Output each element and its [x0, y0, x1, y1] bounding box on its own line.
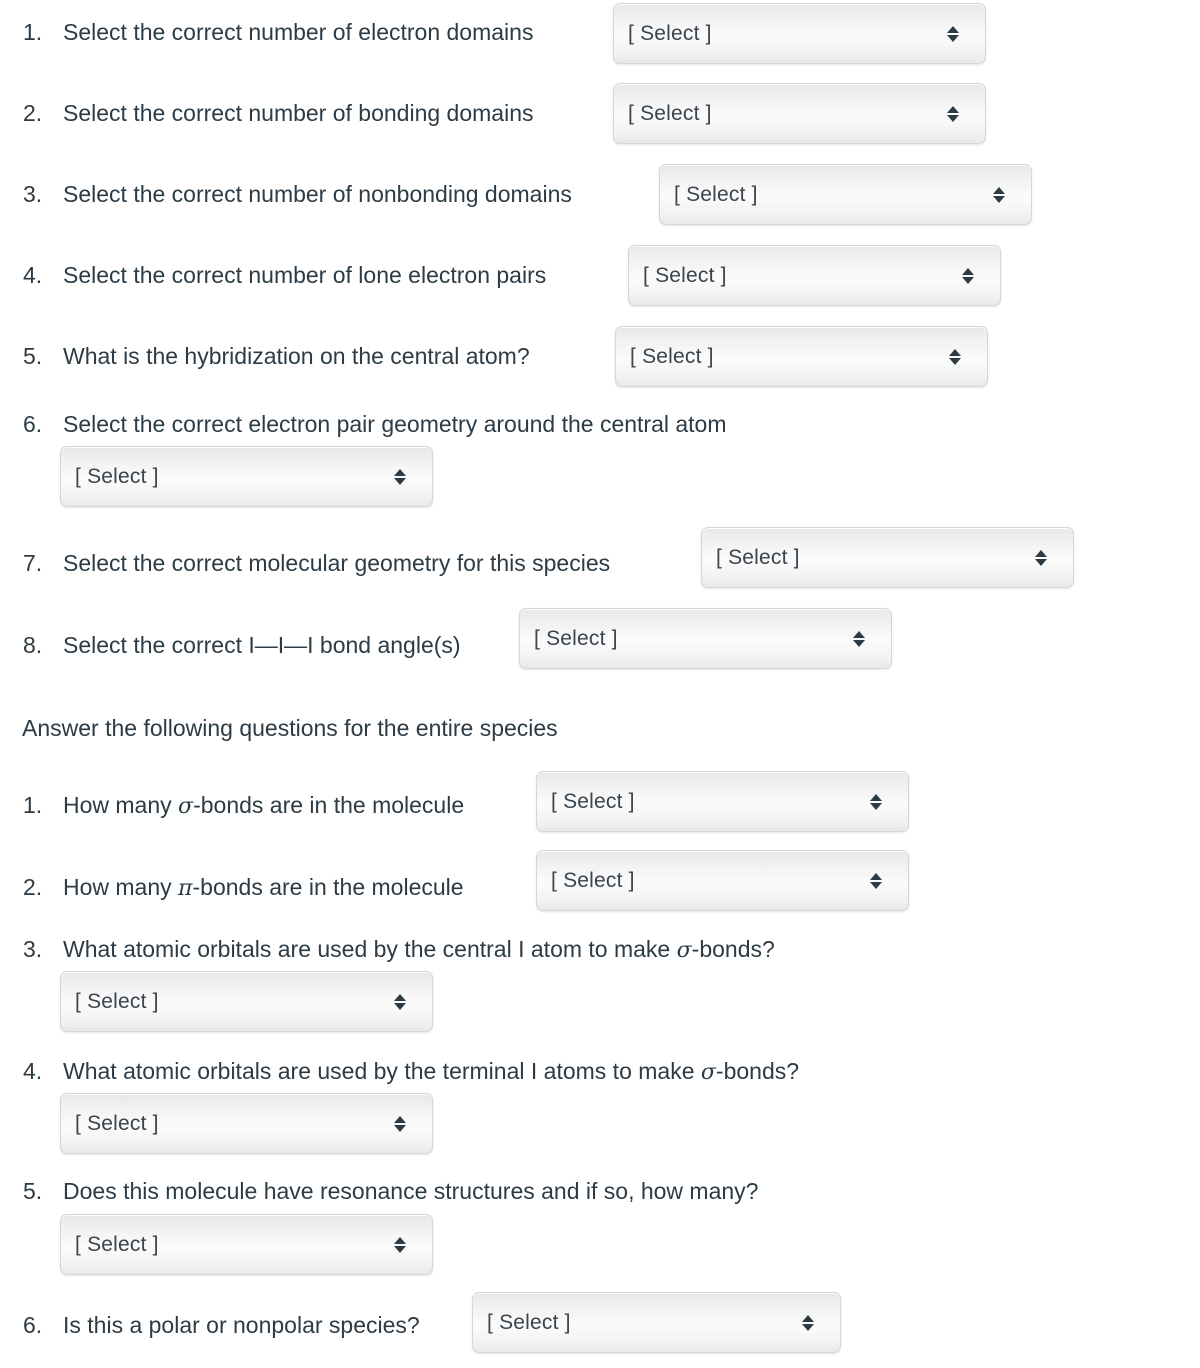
question-row-resonance: 5. Does this molecule have resonance str… [23, 1176, 758, 1206]
select-value: [ Select ] [630, 344, 714, 368]
question-text: What atomic orbitals are used by the cen… [63, 936, 775, 963]
select-bond-angles[interactable]: [ Select ] [519, 608, 892, 669]
select-value: [ Select ] [534, 626, 618, 650]
select-value: [ Select ] [643, 263, 727, 287]
select-value: [ Select ] [75, 1232, 159, 1256]
select-sigma-bond-count[interactable]: [ Select ] [536, 771, 909, 832]
select-bonding-domains[interactable]: [ Select ] [613, 83, 986, 144]
select-value: [ Select ] [75, 989, 159, 1013]
chevron-updown-icon [1033, 545, 1049, 571]
chevron-updown-icon [392, 1111, 408, 1137]
select-value: [ Select ] [674, 182, 758, 206]
select-polarity[interactable]: [ Select ] [472, 1292, 841, 1353]
pi-symbol: π [178, 876, 193, 901]
question-text: Is this a polar or nonpolar species? [63, 1312, 420, 1338]
chevron-updown-icon [945, 101, 961, 127]
select-electron-domains[interactable]: [ Select ] [613, 3, 986, 64]
question-row-3: 3. Select the correct number of nonbondi… [23, 179, 572, 209]
question-number: 2. [23, 100, 43, 126]
sigma-symbol: σ [676, 938, 692, 963]
select-value: [ Select ] [75, 1111, 159, 1135]
question-number: 3. [23, 181, 43, 207]
question-text: Select the correct number of nonbonding … [63, 181, 572, 207]
question-number: 5. [23, 1178, 43, 1204]
question-text: Select the correct number of lone electr… [63, 262, 547, 288]
select-value: [ Select ] [551, 789, 635, 813]
question-text: Select the correct number of electron do… [63, 19, 534, 45]
question-number: 6. [23, 411, 43, 437]
sigma-symbol: σ [178, 794, 194, 819]
question-text: Select the correct number of bonding dom… [63, 100, 534, 126]
question-text: How many σ-bonds are in the molecule [63, 792, 465, 819]
question-row-4: 4. Select the correct number of lone ele… [23, 260, 546, 290]
chevron-updown-icon [991, 182, 1007, 208]
select-value: [ Select ] [716, 545, 800, 569]
question-row-7: 7. Select the correct molecular geometry… [23, 548, 610, 578]
question-text: Does this molecule have resonance struct… [63, 1178, 759, 1204]
question-row-central-orbitals: 3. What atomic orbitals are used by the … [23, 934, 775, 966]
select-lone-electron-pairs[interactable]: [ Select ] [628, 245, 1001, 306]
chevron-updown-icon [947, 344, 963, 370]
chevron-updown-icon [945, 21, 961, 47]
chevron-updown-icon [392, 989, 408, 1015]
question-number: 7. [23, 550, 43, 576]
question-row-5: 5. What is the hybridization on the cent… [23, 341, 530, 371]
question-number: 3. [23, 936, 43, 962]
select-central-atom-orbitals[interactable]: [ Select ] [60, 971, 433, 1032]
question-number: 6. [23, 1312, 43, 1338]
select-value: [ Select ] [487, 1310, 571, 1334]
select-electron-pair-geometry[interactable]: [ Select ] [60, 446, 433, 507]
chevron-updown-icon [392, 1232, 408, 1258]
quiz-page: 1. Select the correct number of electron… [0, 0, 1200, 1368]
question-number: 1. [23, 792, 43, 818]
question-number: 5. [23, 343, 43, 369]
question-text: Select the correct I—I—I bond angle(s) [63, 632, 461, 658]
question-number: 2. [23, 874, 43, 900]
question-number: 8. [23, 632, 43, 658]
select-terminal-atom-orbitals[interactable]: [ Select ] [60, 1093, 433, 1154]
select-value: [ Select ] [628, 101, 712, 125]
select-pi-bond-count[interactable]: [ Select ] [536, 850, 909, 911]
question-number: 4. [23, 262, 43, 288]
select-value: [ Select ] [551, 868, 635, 892]
question-row-polarity: 6. Is this a polar or nonpolar species? [23, 1310, 420, 1340]
chevron-updown-icon [960, 263, 976, 289]
select-value: [ Select ] [628, 21, 712, 45]
select-hybridization[interactable]: [ Select ] [615, 326, 988, 387]
question-text: What is the hybridization on the central… [63, 343, 530, 369]
chevron-updown-icon [868, 868, 884, 894]
select-value: [ Select ] [75, 464, 159, 488]
question-text: How many π-bonds are in the molecule [63, 874, 464, 901]
sigma-symbol: σ [700, 1060, 716, 1085]
chevron-updown-icon [851, 626, 867, 652]
question-row-2: 2. Select the correct number of bonding … [23, 98, 534, 128]
question-row-terminal-orbitals: 4. What atomic orbitals are used by the … [23, 1056, 799, 1088]
question-row-1: 1. Select the correct number of electron… [23, 17, 533, 47]
select-nonbonding-domains[interactable]: [ Select ] [659, 164, 1032, 225]
select-resonance-structures[interactable]: [ Select ] [60, 1214, 433, 1275]
chevron-updown-icon [800, 1310, 816, 1336]
question-text: Select the correct electron pair geometr… [63, 411, 727, 437]
question-row-8: 8. Select the correct I—I—I bond angle(s… [23, 630, 461, 660]
chevron-updown-icon [392, 464, 408, 490]
section-heading: Answer the following questions for the e… [22, 715, 558, 741]
question-number: 1. [23, 19, 43, 45]
chevron-updown-icon [868, 789, 884, 815]
question-row-pi-bonds: 2. How many π-bonds are in the molecule [23, 872, 464, 904]
select-molecular-geometry[interactable]: [ Select ] [701, 527, 1074, 588]
question-number: 4. [23, 1058, 43, 1084]
question-row-6: 6. Select the correct electron pair geom… [23, 409, 727, 439]
question-text: What atomic orbitals are used by the ter… [63, 1058, 800, 1085]
question-text: Select the correct molecular geometry fo… [63, 550, 611, 576]
question-row-sigma-bonds: 1. How many σ-bonds are in the molecule [23, 790, 464, 822]
